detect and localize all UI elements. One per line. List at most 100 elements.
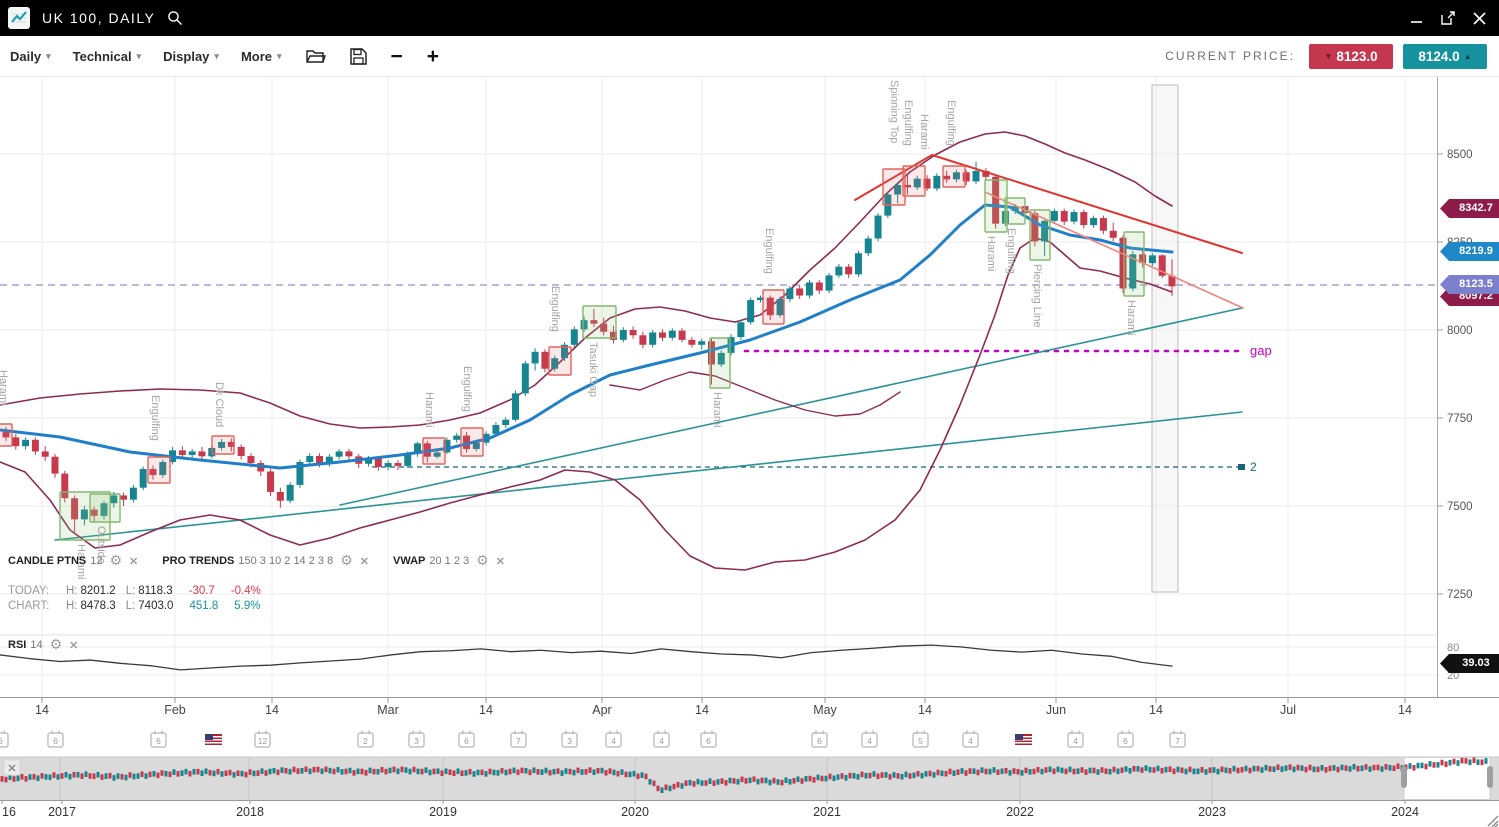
indicator-rsi[interactable]: RSI14 ⚙ ✕ (8, 637, 78, 653)
pattern-bearish-box (943, 166, 965, 187)
vwap-params: 20 1 2 3 (429, 555, 469, 567)
menu-technical[interactable]: Technical▾ (73, 49, 142, 64)
svg-text:2: 2 (363, 736, 368, 746)
calendar-icon[interactable]: 6 (151, 731, 166, 748)
calendar-icon[interactable]: 4 (654, 731, 669, 748)
year-label: 2017 (48, 805, 76, 819)
svg-text:4: 4 (611, 736, 616, 746)
calendar-icon[interactable]: 3 (409, 731, 424, 748)
close-icon[interactable]: ✕ (360, 555, 369, 568)
main-chart[interactable]: 2gapHaramiHaramiOutsideEngulfingDk Cloud… (0, 76, 1499, 827)
up-arrow-icon: ▲ (1464, 52, 1472, 61)
pattern-bearish-box (461, 428, 483, 456)
minimize-button[interactable] (1410, 11, 1424, 25)
menu-display-label: Display (163, 49, 209, 64)
chevron-down-icon: ▾ (137, 51, 142, 62)
menu-daily[interactable]: Daily▾ (10, 49, 51, 64)
svg-text:4: 4 (968, 736, 973, 746)
price-tag: 8123.5 (1440, 275, 1499, 294)
open-folder-icon[interactable] (306, 48, 326, 64)
search-icon[interactable] (167, 10, 183, 26)
indicator-candle-ptns[interactable]: CANDLE PTNS12 ⚙ ✕ (8, 553, 138, 569)
calendar-icon[interactable]: 12 (255, 731, 270, 748)
svg-text:6: 6 (1123, 736, 1128, 746)
candle-ptns-params: 12 (90, 555, 102, 567)
close-icon[interactable]: ✕ (69, 639, 78, 652)
calendar-icon[interactable]: 4 (606, 731, 621, 748)
svg-text:6: 6 (156, 736, 161, 746)
highlight-region[interactable] (1152, 85, 1178, 592)
pattern-bearish-box (903, 166, 925, 196)
buy-price-value: 8124.0 (1418, 49, 1459, 64)
resize-grip[interactable] (1488, 816, 1498, 827)
pattern-label: Tasuki Gap (587, 342, 599, 397)
zoom-in-button[interactable]: + (427, 46, 439, 67)
popout-button[interactable] (1440, 10, 1456, 26)
overview-close-button[interactable]: ✕ (4, 760, 20, 775)
event-row: 6 6 6 12 2 3 6 7 3 4 4 6 6 4 5 4 4 6 7 (0, 731, 1185, 748)
price-tick-label: 8000 (1447, 325, 1473, 337)
calendar-icon[interactable]: 6 (459, 731, 474, 748)
calendar-icon[interactable]: 2 (358, 731, 373, 748)
calendar-icon[interactable]: 5 (913, 731, 928, 748)
rsi-tick-label: 80 (1447, 642, 1459, 654)
menu-display[interactable]: Display▾ (163, 49, 219, 64)
calendar-icon[interactable]: 7 (1170, 731, 1185, 748)
close-button[interactable] (1472, 11, 1487, 26)
calendar-icon[interactable]: 4 (1068, 731, 1083, 748)
price-tick-label: 7750 (1447, 413, 1473, 425)
low-label: L: (126, 600, 136, 612)
gear-icon[interactable]: ⚙ (50, 637, 63, 653)
x-tick-label: Mar (377, 703, 399, 717)
pattern-label: Harami (0, 370, 9, 405)
buy-price-button[interactable]: 8124.0 ▲ (1403, 44, 1487, 69)
app-logo-icon (8, 7, 30, 29)
band-lower (0, 238, 1172, 570)
calendar-icon[interactable]: 6 (701, 731, 716, 748)
calendar-icon[interactable]: 7 (511, 731, 526, 748)
chart-label: CHART: (8, 599, 56, 614)
gear-icon[interactable]: ⚙ (476, 553, 489, 569)
x-tick-label: Jun (1046, 703, 1066, 717)
pattern-label: Harami (711, 392, 723, 427)
svg-text:6: 6 (817, 736, 822, 746)
close-icon[interactable]: ✕ (496, 555, 505, 568)
calendar-icon[interactable]: 6 (1118, 731, 1133, 748)
calendar-icon[interactable]: 6 (0, 731, 8, 748)
pattern-bullish-box (90, 494, 120, 522)
close-icon[interactable]: ✕ (129, 555, 138, 568)
overview-pane[interactable]: ✕1620172018201920202021202220232024 (0, 757, 1499, 819)
calendar-icon[interactable]: 6 (812, 731, 827, 748)
menu-more[interactable]: More▾ (241, 49, 282, 64)
range-handle-right[interactable] (1487, 766, 1493, 788)
calendar-icon[interactable]: 4 (963, 731, 978, 748)
pattern-label: Engulfing (902, 100, 914, 146)
level-2-marker (1238, 464, 1245, 470)
indicator-vwap[interactable]: VWAP20 1 2 3 ⚙ ✕ (393, 553, 505, 569)
calendar-icon[interactable]: 4 (862, 731, 877, 748)
range-handle-left[interactable] (1401, 766, 1407, 788)
svg-text:12: 12 (258, 736, 268, 746)
indicator-pro-trends[interactable]: PRO TRENDS150 3 10 2 14 2 3 8 ⚙ ✕ (162, 553, 369, 569)
level-2-label: 2 (1250, 460, 1257, 474)
calendar-icon[interactable]: 6 (48, 731, 63, 748)
pattern-label: Harami (423, 392, 435, 427)
window-titlebar: UK 100, DAILY (0, 0, 1499, 36)
svg-text:3: 3 (567, 736, 572, 746)
year-label: 2021 (813, 805, 841, 819)
zoom-out-button[interactable]: − (391, 46, 403, 67)
save-icon[interactable] (350, 48, 367, 65)
chart-toolbar: Daily▾ Technical▾ Display▾ More▾ − + CUR… (0, 36, 1499, 77)
calendar-icon[interactable]: 3 (562, 731, 577, 748)
svg-text:6: 6 (0, 736, 3, 746)
rsi-label: RSI (8, 639, 26, 651)
year-label: 2019 (429, 805, 457, 819)
menu-more-label: More (241, 49, 272, 64)
gear-icon[interactable]: ⚙ (109, 553, 122, 569)
pattern-label: Spinning Top (888, 80, 900, 143)
us-flag-icon[interactable] (205, 734, 222, 745)
gear-icon[interactable]: ⚙ (340, 553, 353, 569)
us-flag-icon[interactable] (1015, 734, 1032, 745)
sell-price-button[interactable]: ▼ 8123.0 (1309, 44, 1393, 69)
pattern-bearish-box (423, 438, 445, 464)
